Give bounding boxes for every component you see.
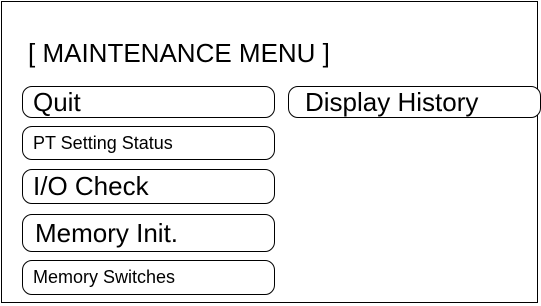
pt-setting-status-button-label: PT Setting Status (33, 132, 173, 153)
menu-title: [ MAINTENANCE MENU ] (28, 38, 330, 68)
memory-init-button[interactable]: Memory Init. (22, 214, 275, 252)
quit-button-label: Quit (33, 86, 81, 117)
pt-setting-status-button[interactable]: PT Setting Status (22, 126, 275, 160)
maintenance-menu-panel: [ MAINTENANCE MENU ] Quit Display Histor… (1, 1, 541, 303)
io-check-button[interactable]: I/O Check (22, 169, 275, 204)
io-check-button-label: I/O Check (33, 171, 149, 201)
quit-button[interactable]: Quit (22, 86, 275, 118)
memory-switches-button-label: Memory Switches (33, 267, 176, 287)
display-history-button-label: Display History (305, 86, 479, 117)
memory-switches-button[interactable]: Memory Switches (22, 260, 275, 295)
memory-init-button-label: Memory Init. (35, 217, 179, 248)
display-history-button[interactable]: Display History (288, 86, 541, 118)
